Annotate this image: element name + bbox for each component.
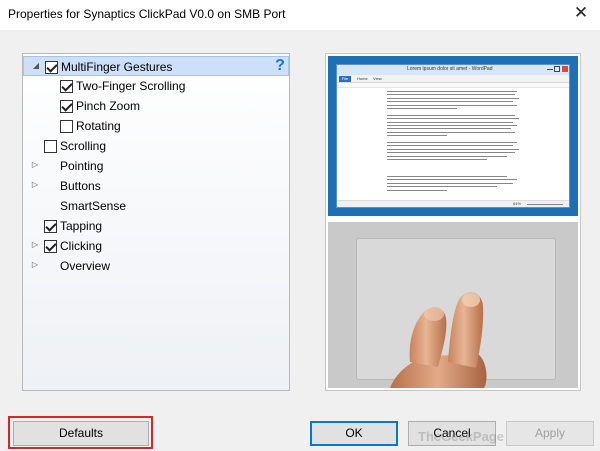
tree-item-label: Pinch Zoom: [76, 99, 141, 113]
settings-tree-list: ◢ MultiFinger Gestures? Two-Finger Scrolli…: [23, 54, 289, 390]
tree-item-scrolling[interactable]: Scrolling: [23, 136, 289, 156]
preview-zoom-level: 64%: [513, 201, 522, 206]
checkbox[interactable]: [44, 240, 57, 253]
preview-touchpad-area: [328, 222, 578, 388]
document-text-line: [387, 159, 487, 160]
expand-arrow-icon[interactable]: ▷: [30, 240, 40, 250]
tree-item-overview[interactable]: ▷ Overview: [23, 256, 289, 276]
preview-zoom-slider: [527, 204, 563, 205]
title-bar: Properties for Synaptics ClickPad V0.0 o…: [0, 0, 600, 30]
document-text-line: [387, 114, 515, 116]
tree-item-tapping[interactable]: Tapping: [23, 216, 289, 236]
tree-item-pointing[interactable]: ▷ Pointing: [23, 156, 289, 176]
tree-item-multifinger-gestures[interactable]: ◢ MultiFinger Gestures?: [23, 56, 289, 76]
document-text-line: [387, 152, 515, 154]
preview-panel: Lorem ipsum dolor sit amet - WordPad Fil…: [325, 53, 581, 391]
preview-ribbon-file: File: [339, 76, 351, 82]
document-text-line: [387, 91, 517, 92]
tree-item-pinch-zoom[interactable]: Pinch Zoom: [23, 96, 289, 116]
maximize-icon: [554, 66, 560, 72]
preview-ribbon-view: View: [373, 76, 382, 81]
tree-item-rotating[interactable]: Rotating: [23, 116, 289, 136]
tree-item-label: Tapping: [60, 219, 103, 233]
document-text-line: [387, 182, 513, 184]
preview-wordpad-titlebar: Lorem ipsum dolor sit amet - WordPad: [337, 65, 569, 75]
settings-tree[interactable]: ◢ MultiFinger Gestures? Two-Finger Scrolli…: [22, 53, 290, 391]
tree-item-label: Scrolling: [60, 139, 107, 153]
tree-item-label: Two-Finger Scrolling: [76, 79, 186, 93]
window-title: Properties for Synaptics ClickPad V0.0 o…: [8, 7, 286, 21]
close-icon[interactable]: ✕: [572, 4, 590, 22]
document-text-line: [387, 125, 517, 126]
document-text-line: [387, 189, 447, 191]
document-text-line: [387, 118, 519, 120]
checkbox[interactable]: [44, 140, 57, 153]
preview-wordpad-window: Lorem ipsum dolor sit amet - WordPad Fil…: [336, 64, 570, 208]
help-icon[interactable]: ?: [273, 58, 287, 74]
document-text-line: [387, 101, 513, 103]
tree-item-two-finger-scrolling[interactable]: Two-Finger Scrolling: [23, 76, 289, 96]
document-text-line: [387, 135, 447, 137]
checkbox[interactable]: [60, 120, 73, 133]
document-text-line: [387, 131, 515, 133]
tree-item-label: Buttons: [60, 179, 101, 193]
checkbox[interactable]: [44, 220, 57, 233]
expand-arrow-icon[interactable]: ▷: [30, 260, 40, 270]
expand-arrow-icon[interactable]: ▷: [30, 160, 40, 170]
preview-document-page: [387, 91, 527, 201]
document-text-line: [387, 108, 457, 109]
defaults-button[interactable]: Defaults: [13, 421, 149, 446]
document-text-line: [387, 97, 519, 99]
document-text-line: [387, 142, 517, 143]
document-text-line: [387, 148, 519, 150]
tree-item-smartsense[interactable]: SmartSense: [23, 196, 289, 216]
tree-item-clicking[interactable]: ▷ Clicking: [23, 236, 289, 256]
ok-button[interactable]: OK: [310, 421, 398, 446]
expand-arrow-icon[interactable]: ▷: [30, 180, 40, 190]
preview-ribbon: File Home View: [337, 75, 569, 83]
tree-item-label: Overview: [60, 259, 111, 273]
document-text-line: [387, 104, 517, 106]
document-text-line: [387, 155, 507, 157]
watermark-text: TheGeekPage: [418, 429, 504, 444]
preview-desktop: Lorem ipsum dolor sit amet - WordPad Fil…: [328, 56, 578, 216]
tree-item-label: SmartSense: [60, 199, 127, 213]
collapse-arrow-icon[interactable]: ◢: [31, 61, 41, 71]
document-text-line: [387, 186, 497, 188]
document-text-line: [387, 179, 517, 181]
preview-ribbon-home: Home: [357, 76, 368, 81]
document-text-line: [387, 128, 511, 130]
tree-item-label: MultiFinger Gestures: [61, 60, 173, 74]
preview-ruler: [337, 83, 569, 88]
close-icon: [562, 66, 568, 72]
tree-item-label: Clicking: [60, 239, 103, 253]
document-text-line: [387, 176, 507, 177]
tree-item-buttons[interactable]: ▷ Buttons: [23, 176, 289, 196]
checkbox[interactable]: [45, 61, 58, 74]
minimize-icon: [547, 66, 553, 70]
two-finger-hand-image: [390, 292, 487, 388]
apply-button[interactable]: Apply: [506, 421, 594, 446]
dialog-client-area: ◢ MultiFinger Gestures? Two-Finger Scrolli…: [0, 30, 600, 451]
document-text-line: [387, 145, 513, 147]
preview-statusbar: 64%: [337, 200, 569, 207]
preview-wordpad-title: Lorem ipsum dolor sit amet - WordPad: [407, 66, 493, 72]
checkbox[interactable]: [60, 80, 73, 93]
document-text-line: [387, 94, 515, 96]
tree-item-label: Pointing: [60, 159, 104, 173]
checkbox[interactable]: [60, 100, 73, 113]
document-text-line: [387, 121, 513, 123]
tree-item-label: Rotating: [76, 119, 121, 133]
